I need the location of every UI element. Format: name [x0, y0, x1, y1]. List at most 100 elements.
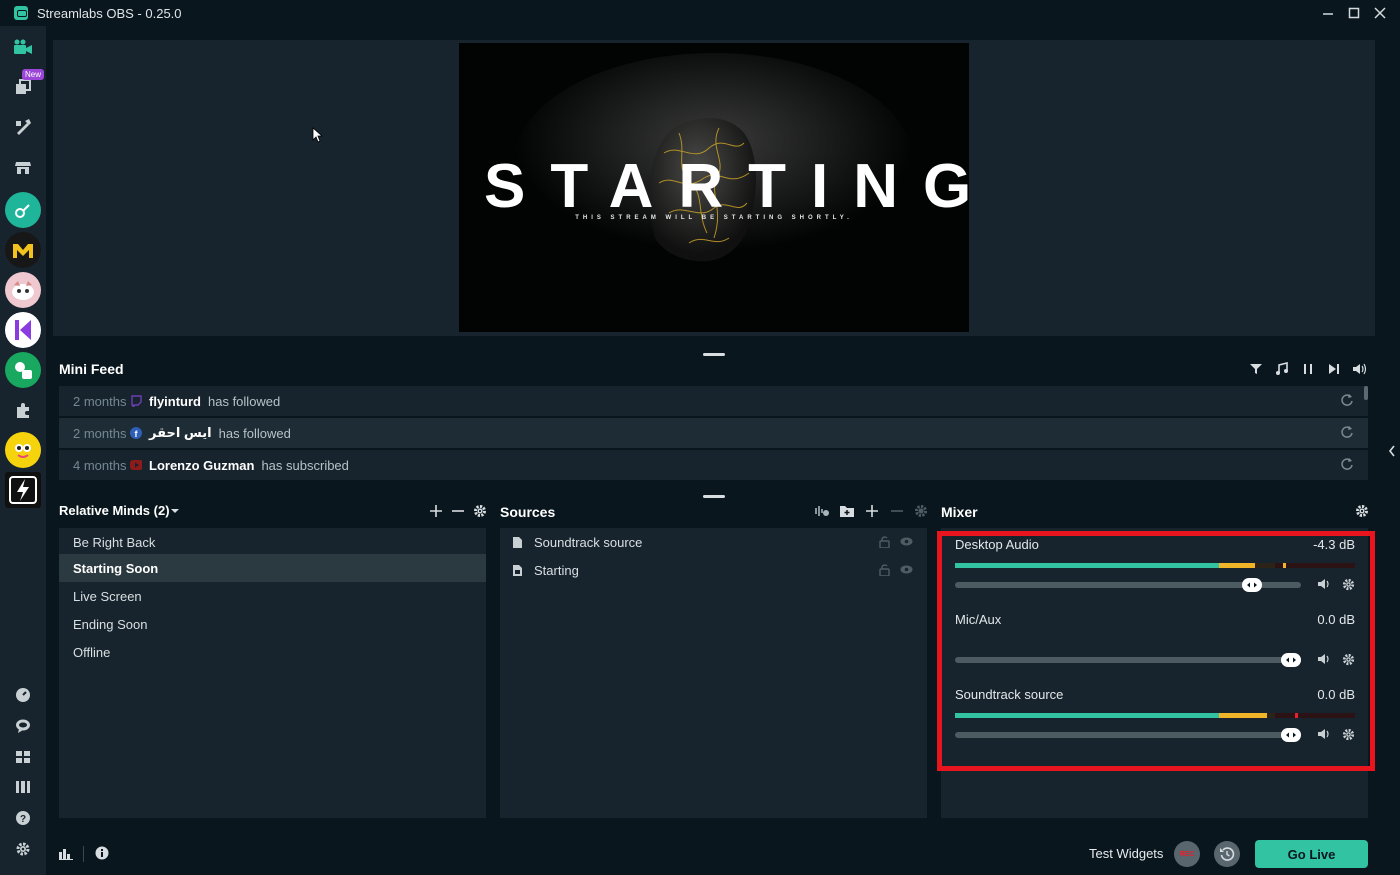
- add-folder-icon[interactable]: [838, 502, 856, 520]
- app-icon-4[interactable]: [5, 312, 41, 348]
- app-icon-5[interactable]: [5, 352, 41, 388]
- svg-text:?: ?: [20, 814, 26, 825]
- mixer-settings-icon[interactable]: [1353, 502, 1371, 520]
- columns-icon[interactable]: [6, 770, 40, 804]
- maximize-icon[interactable]: [1340, 0, 1368, 26]
- source-name: Starting: [534, 562, 579, 578]
- feed-time: 2 months: [73, 393, 127, 409]
- image-icon: [513, 564, 522, 576]
- starting-subtitle: THIS STREAM WILL BE STARTING SHORTLY.: [575, 215, 853, 221]
- dashboard-icon[interactable]: [6, 678, 40, 712]
- add-scene-button[interactable]: [427, 502, 445, 520]
- scene-item[interactable]: Ending Soon: [59, 610, 486, 638]
- filter-icon[interactable]: [1246, 360, 1266, 378]
- cursor-icon: [312, 127, 324, 143]
- feed-username: flyinturd: [149, 393, 201, 409]
- twitch-icon: [130, 395, 142, 407]
- test-widgets-button[interactable]: Test Widgets: [1089, 846, 1163, 861]
- mini-feed-panel: Mini Feed 2 months flyinturd has followe…: [46, 358, 1384, 486]
- puzzle-icon[interactable]: [6, 394, 40, 428]
- sources-panel: Soundtrack source Starting: [500, 528, 927, 818]
- streamlabs-logo-icon: [14, 6, 28, 20]
- resize-handle-top[interactable]: [703, 353, 725, 356]
- close-icon[interactable]: [1366, 0, 1394, 26]
- layout-icon[interactable]: [6, 740, 40, 774]
- source-item[interactable]: Soundtrack source: [500, 528, 927, 556]
- help-icon[interactable]: ?: [6, 801, 40, 835]
- remove-source-button[interactable]: [888, 502, 906, 520]
- feed-action: has followed: [208, 393, 281, 409]
- performance-stats-icon[interactable]: [59, 847, 73, 860]
- store-icon[interactable]: [6, 150, 40, 184]
- new-badge: New: [22, 69, 45, 80]
- editor-icon[interactable]: [6, 110, 40, 144]
- source-name: Soundtrack source: [534, 534, 643, 550]
- visibility-icon[interactable]: [900, 537, 913, 546]
- feed-time: 4 months: [73, 457, 127, 473]
- app-icon-1[interactable]: [5, 192, 41, 228]
- facebook-icon: f: [130, 427, 142, 439]
- left-sidebar: New ?: [0, 26, 46, 875]
- scene-preview[interactable]: STARTING THIS STREAM WILL BE STARTING SH…: [459, 43, 969, 332]
- record-button[interactable]: REC: [1174, 841, 1200, 867]
- scene-item[interactable]: Live Screen: [59, 582, 486, 610]
- sources-title: Sources: [500, 504, 556, 520]
- settings-icon[interactable]: [6, 832, 40, 866]
- scene-item[interactable]: Offline: [59, 638, 486, 666]
- feed-scrollbar[interactable]: [1364, 386, 1368, 400]
- app-icon-7[interactable]: [5, 472, 41, 508]
- feed-action: has subscribed: [261, 457, 349, 473]
- feed-username: ايس احقر: [149, 425, 212, 440]
- mixer-highlight-box: [937, 531, 1375, 771]
- repeat-alert-icon[interactable]: [1340, 425, 1354, 439]
- collapse-panel-button[interactable]: [1384, 26, 1400, 875]
- visibility-icon[interactable]: [900, 565, 913, 574]
- minimize-icon[interactable]: [1314, 0, 1342, 26]
- repeat-alert-icon[interactable]: [1340, 457, 1354, 471]
- mixer-source-icon[interactable]: [813, 502, 831, 520]
- feed-row: 2 months flyinturd has followed: [59, 386, 1368, 416]
- starting-title: STARTING: [484, 152, 969, 221]
- pause-icon[interactable]: [1298, 360, 1318, 378]
- repeat-alert-icon[interactable]: [1340, 393, 1354, 407]
- feed-username: Lorenzo Guzman: [149, 457, 255, 473]
- app-icon-2[interactable]: [5, 232, 41, 268]
- app-icon-3[interactable]: [5, 272, 41, 308]
- lock-icon[interactable]: [879, 536, 890, 548]
- studio-icon[interactable]: [6, 30, 40, 64]
- mixer-title: Mixer: [941, 504, 978, 520]
- scene-settings-icon[interactable]: [471, 502, 489, 520]
- feed-time: 2 months: [73, 425, 127, 441]
- scene-item[interactable]: Be Right Back: [59, 528, 486, 556]
- replay-buffer-button[interactable]: [1214, 841, 1240, 867]
- lock-icon[interactable]: [879, 564, 890, 576]
- feed-row: 4 months Lorenzo Guzman has subscribed: [59, 450, 1368, 480]
- feed-row: 2 months f ايس احقر has followed: [59, 418, 1368, 448]
- chevron-left-icon: [1388, 445, 1395, 456]
- remove-scene-button[interactable]: [449, 502, 467, 520]
- chevron-down-icon[interactable]: [166, 502, 184, 520]
- go-live-button[interactable]: Go Live: [1255, 840, 1368, 868]
- skip-icon[interactable]: [1324, 360, 1344, 378]
- footer-divider: [83, 846, 84, 862]
- chat-icon[interactable]: [6, 709, 40, 743]
- title-bar: Streamlabs OBS - 0.25.0: [0, 0, 1400, 26]
- scene-item-active[interactable]: Starting Soon: [59, 554, 486, 582]
- scene-collection-title[interactable]: Relative Minds (2): [59, 503, 170, 518]
- replay-icon: [1220, 847, 1235, 861]
- scenes-panel: Be Right Back Starting Soon Live Screen …: [59, 528, 486, 818]
- feed-action: has followed: [218, 425, 291, 441]
- info-icon[interactable]: [95, 846, 109, 860]
- add-source-button[interactable]: [863, 502, 881, 520]
- music-icon[interactable]: [1272, 360, 1292, 378]
- resize-handle-bottom[interactable]: [703, 495, 725, 498]
- source-item[interactable]: Starting: [500, 556, 927, 584]
- mini-feed-title: Mini Feed: [59, 361, 124, 377]
- volume-icon[interactable]: [1350, 360, 1370, 378]
- footer-bar: Test Widgets REC Go Live: [46, 833, 1384, 875]
- file-icon: [513, 536, 522, 548]
- youtube-icon: [130, 459, 142, 471]
- source-settings-icon[interactable]: [912, 502, 930, 520]
- window-title: Streamlabs OBS - 0.25.0: [37, 5, 182, 21]
- app-icon-6[interactable]: [5, 432, 41, 468]
